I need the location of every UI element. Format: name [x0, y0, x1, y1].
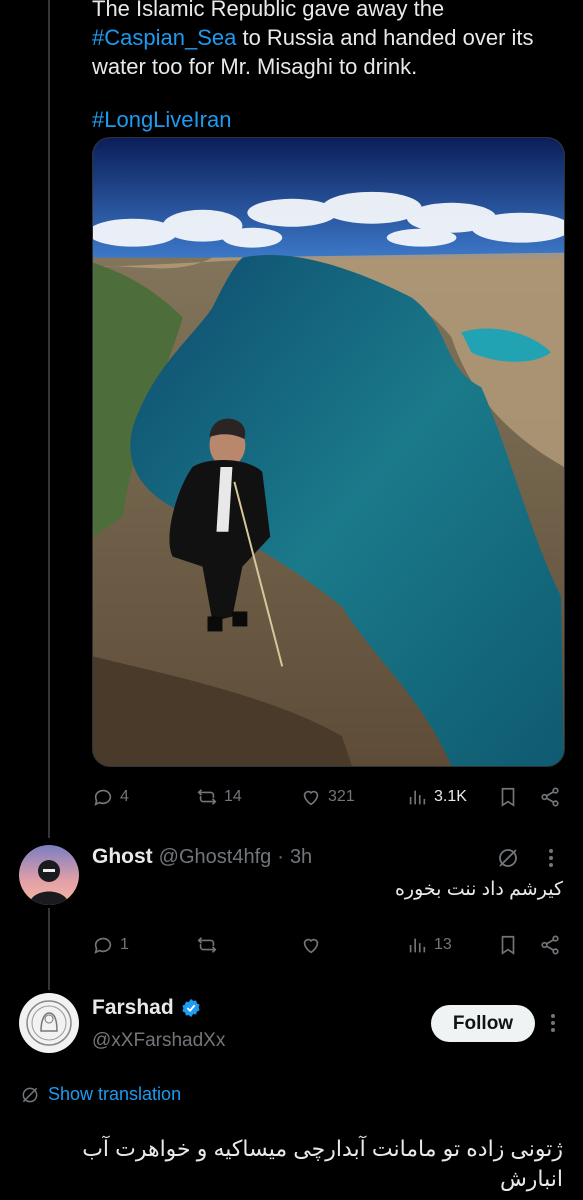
reply2-text: ژتونی زاده تو مامانت آبدارچی میساکیه و خ… — [82, 1136, 563, 1191]
reply2-name-row: Farshad — [92, 996, 202, 1020]
tweet-text: The Islamic Republic gave away the #Casp… — [92, 0, 562, 158]
more-dots-icon — [551, 1014, 555, 1032]
ghost-avatar-figure — [29, 860, 69, 905]
tweet-line-3: water too for Mr. Misaghi to drink. — [92, 54, 418, 79]
reply2-name[interactable]: Farshad — [92, 996, 174, 1020]
grok-icon — [22, 1087, 38, 1102]
caspian-sea-photo — [93, 138, 564, 766]
reply1-reply-button[interactable]: 1 — [92, 934, 129, 956]
repost-button[interactable]: 14 — [196, 786, 242, 808]
reply1-action-bar: 1 13 — [92, 929, 562, 961]
reply1-view-count: 13 — [434, 936, 452, 953]
repost-icon — [197, 789, 217, 805]
dot — [549, 849, 553, 853]
repost-count: 14 — [224, 788, 242, 805]
show-translation-link[interactable]: Show translation — [20, 1084, 181, 1105]
reply1-text: کیرشم داد ننت بخوره — [394, 879, 563, 900]
reply1-time[interactable]: 3h — [290, 846, 312, 869]
reply1-separator: · — [277, 846, 284, 868]
views-chart-icon — [409, 790, 426, 805]
view-count: 3.1K — [434, 788, 467, 805]
reply1-repost-button[interactable] — [196, 934, 218, 956]
dot — [549, 863, 553, 867]
share-button[interactable] — [539, 786, 561, 808]
reply1-like-button[interactable] — [300, 934, 322, 956]
tweet-action-bar: 4 14 321 3.1K — [92, 781, 562, 813]
like-count: 321 — [328, 788, 355, 805]
hashtag-caspian-sea[interactable]: #Caspian_Sea — [92, 25, 236, 50]
dot — [549, 856, 553, 860]
reply-icon — [94, 789, 112, 806]
reply2-more-button[interactable] — [536, 1006, 570, 1040]
dot — [551, 1021, 555, 1025]
bookmark-icon — [501, 787, 515, 807]
dot — [551, 1014, 555, 1018]
dot — [551, 1028, 555, 1032]
reply-count: 4 — [120, 788, 129, 805]
heart-icon — [303, 790, 319, 806]
hashtag-long-live-iran[interactable]: #LongLiveIran — [92, 107, 231, 132]
reply1-share-button[interactable] — [539, 934, 561, 956]
tweet-media-image[interactable] — [92, 137, 565, 767]
reply1-views-button[interactable]: 13 — [406, 934, 452, 956]
share-icon — [541, 787, 559, 807]
views-chart-icon — [409, 938, 426, 953]
share-icon — [541, 935, 559, 955]
reply1-reply-count: 1 — [120, 936, 129, 953]
grok-icon — [499, 849, 517, 867]
like-button[interactable]: 321 — [300, 786, 355, 808]
repost-icon — [197, 937, 217, 953]
tweet-line-2: to Russia and handed over its — [236, 25, 534, 50]
farshad-avatar-emblem — [26, 1000, 72, 1046]
reply1-more-button[interactable] — [549, 849, 553, 867]
tweet-line-1: The Islamic Republic gave away the — [92, 0, 445, 21]
show-translation-label: Show translation — [48, 1084, 182, 1104]
reply1-bookmark-button[interactable] — [497, 934, 519, 956]
reply2-handle[interactable]: @xXFarshadXx — [92, 1030, 225, 1052]
ghost-avatar[interactable] — [19, 845, 79, 905]
heart-icon — [303, 938, 319, 954]
thread-line-reply — [48, 908, 50, 990]
bookmark-button[interactable] — [497, 786, 519, 808]
reply1-header: Ghost @Ghost4hfg · 3h — [92, 845, 312, 869]
verified-badge-icon — [182, 998, 200, 1018]
grok-translate-button[interactable] — [496, 846, 520, 875]
follow-button[interactable]: Follow — [431, 1005, 535, 1042]
farshad-avatar[interactable] — [19, 993, 79, 1053]
thread-line — [48, 0, 50, 838]
reply-icon — [94, 937, 112, 954]
reply1-name[interactable]: Ghost — [92, 845, 153, 869]
bookmark-icon — [501, 935, 515, 955]
views-button[interactable]: 3.1K — [406, 786, 467, 808]
reply1-handle[interactable]: @Ghost4hfg — [159, 846, 272, 869]
reply-button[interactable]: 4 — [92, 786, 129, 808]
